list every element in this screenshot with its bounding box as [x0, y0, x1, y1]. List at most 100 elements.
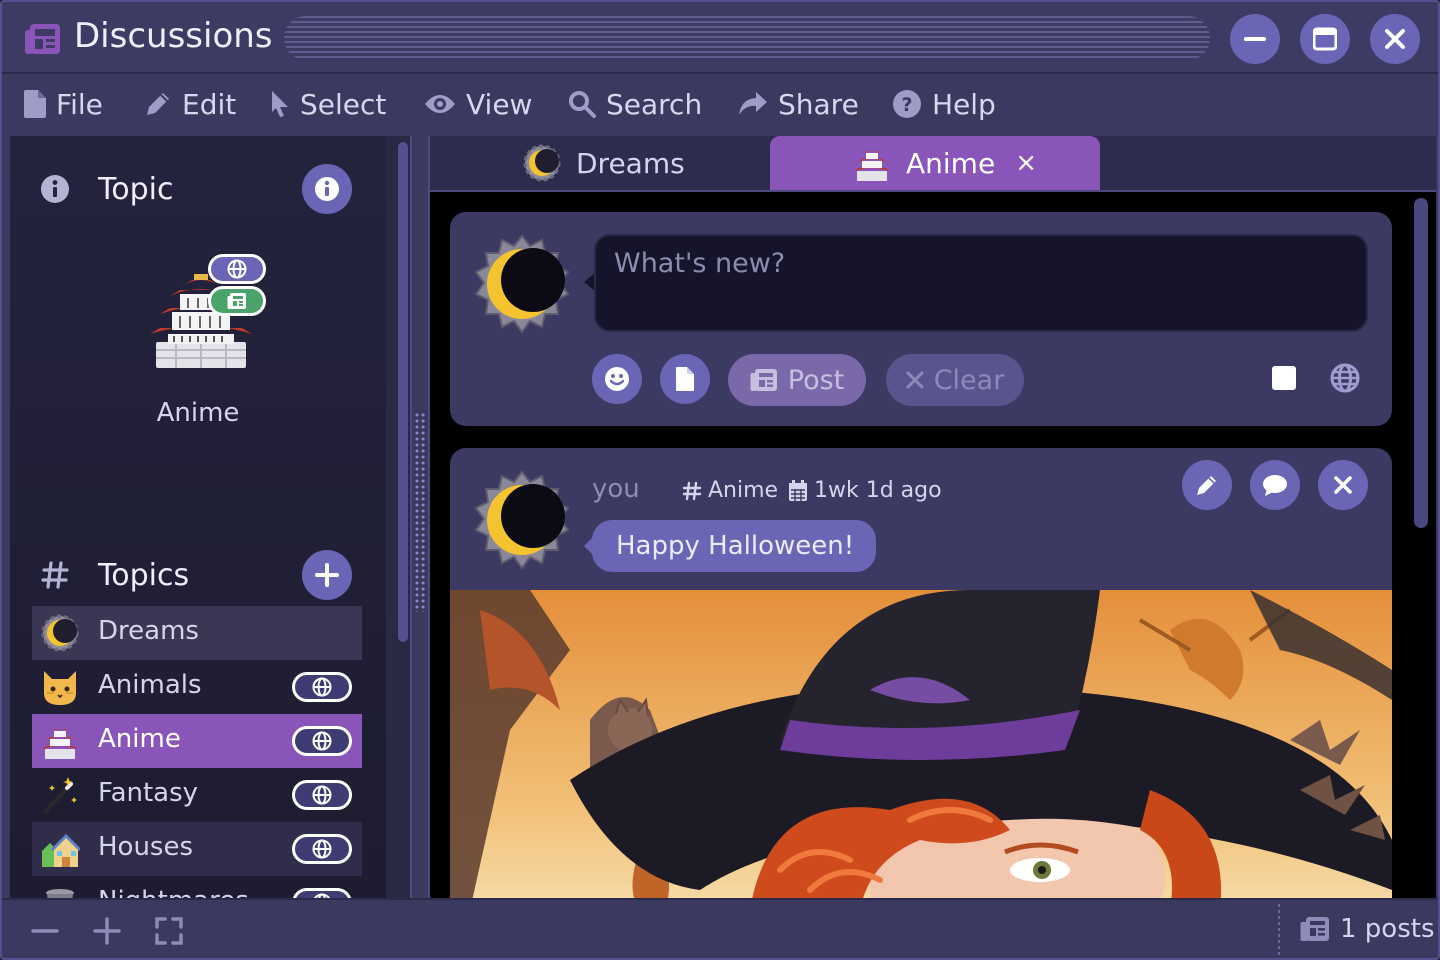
topics-header: Topics — [40, 550, 189, 600]
post-image[interactable] — [450, 590, 1392, 898]
smiley-icon — [605, 367, 629, 391]
topic-item-anime[interactable]: Anime — [32, 714, 362, 768]
info-icon — [315, 177, 339, 201]
menu-view-label: View — [466, 87, 533, 121]
app-title: Discussions — [74, 16, 273, 56]
discussion-scrollbar[interactable] — [1414, 198, 1428, 528]
title-drag-handle[interactable] — [284, 16, 1210, 60]
edit-post-button[interactable] — [1182, 460, 1232, 510]
compose-placeholder: What's new? — [614, 248, 786, 279]
compose-card: What's new? Post Clear — [450, 212, 1392, 426]
topic-public-toggle[interactable] — [292, 834, 352, 864]
post-count-label: 1 posts — [1340, 914, 1435, 944]
emoji-button[interactable] — [592, 354, 642, 404]
topic-item-nightmares[interactable]: Nightmares — [32, 876, 362, 898]
maximize-button[interactable] — [1300, 14, 1350, 64]
discussion-badge — [208, 286, 266, 316]
post-topic-link[interactable]: Anime — [682, 478, 778, 503]
zoom-out-icon[interactable] — [30, 916, 60, 946]
user-avatar-moon-icon — [474, 470, 570, 570]
pointer-icon — [272, 91, 288, 117]
menu-select-label: Select — [300, 87, 387, 121]
question-icon: ? — [893, 90, 921, 118]
menu-file-label: File — [56, 87, 103, 121]
attach-file-button[interactable] — [660, 354, 710, 404]
topic-public-toggle[interactable] — [292, 672, 352, 702]
plus-icon — [315, 563, 339, 587]
topic-public-toggle[interactable] — [292, 780, 352, 810]
topic-label: Nightmares — [98, 886, 249, 898]
topic-item-houses[interactable]: Houses — [32, 822, 362, 876]
post-card: you Anime 1wk 1d ago Happy Halloween! — [450, 448, 1392, 898]
add-topic-button[interactable] — [302, 550, 352, 600]
panel-splitter-handle[interactable] — [414, 412, 426, 612]
reply-post-button[interactable] — [1250, 460, 1300, 510]
hashtag-icon — [682, 481, 702, 500]
close-icon — [906, 371, 924, 389]
crescent-moon-icon — [523, 144, 561, 182]
topic-item-fantasy[interactable]: Fantasy — [32, 768, 362, 822]
calendar-icon — [789, 479, 807, 501]
topic-public-toggle[interactable] — [292, 888, 352, 898]
trash-can-icon — [46, 889, 74, 898]
post-author[interactable]: you — [592, 474, 640, 504]
status-bar: 1 posts — [2, 898, 1438, 958]
topic-public-toggle[interactable] — [292, 726, 352, 756]
compose-input[interactable]: What's new? — [594, 234, 1368, 332]
crescent-moon-icon — [41, 614, 79, 652]
magic-wand-icon — [44, 777, 77, 813]
hashtag-icon — [41, 561, 69, 589]
tab-bar: Dreams Anime × — [430, 136, 1436, 192]
menu-view[interactable]: View — [424, 86, 532, 122]
status-separator — [1278, 904, 1280, 958]
topic-item-animals[interactable]: Animals — [32, 660, 362, 714]
magnifier-icon — [569, 91, 596, 118]
menu-file[interactable]: File — [24, 86, 103, 122]
topic-info-button[interactable] — [302, 164, 352, 214]
topic-header: Topic — [40, 164, 173, 214]
globe-icon[interactable] — [1330, 363, 1360, 393]
tab-anime[interactable]: Anime × — [770, 136, 1100, 190]
menu-search[interactable]: Search — [568, 86, 702, 122]
zoom-in-icon[interactable] — [92, 916, 122, 946]
topics-heading: Topics — [98, 557, 190, 593]
tab-dreams[interactable]: Dreams — [522, 136, 762, 190]
houses-icon — [42, 833, 80, 867]
window-maximize-icon — [1313, 27, 1337, 51]
menu-share[interactable]: Share — [738, 86, 859, 122]
speech-bubble-icon — [1263, 475, 1287, 496]
clear-button-label: Clear — [933, 364, 1005, 396]
topic-item-dreams[interactable]: Dreams — [32, 606, 362, 660]
newspaper-icon — [750, 369, 777, 391]
topic-heading: Topic — [98, 171, 174, 207]
newspaper-icon — [1300, 917, 1329, 941]
topic-label: Fantasy — [98, 778, 199, 808]
menu-select[interactable]: Select — [270, 86, 386, 122]
clear-button[interactable]: Clear — [886, 354, 1024, 406]
topic-label: Animals — [98, 670, 202, 700]
compose-option-checkbox[interactable] — [1272, 366, 1296, 390]
user-avatar-moon-icon — [474, 234, 570, 334]
menu-help-label: Help — [932, 87, 996, 121]
sidebar-scrollbar[interactable] — [398, 142, 408, 642]
tab-close-icon[interactable]: × — [1015, 148, 1037, 178]
menu-edit[interactable]: Edit — [144, 86, 236, 122]
post-button[interactable]: Post — [728, 354, 866, 406]
tab-label: Anime — [906, 146, 996, 180]
menu-help[interactable]: ? Help — [892, 86, 996, 122]
globe-icon — [312, 839, 332, 859]
menu-share-label: Share — [778, 87, 859, 121]
minimize-button[interactable] — [1230, 14, 1280, 64]
close-icon — [1385, 29, 1405, 49]
delete-post-button[interactable] — [1318, 460, 1368, 510]
close-window-button[interactable] — [1370, 14, 1420, 64]
discussion-panel: Dreams Anime × What's new? Post Clear yo… — [428, 136, 1436, 898]
post-button-label: Post — [787, 364, 845, 396]
minus-icon — [1244, 37, 1266, 41]
pencil-icon — [1197, 476, 1216, 495]
topic-label: Dreams — [98, 616, 199, 646]
fullscreen-icon[interactable] — [154, 916, 184, 946]
menu-edit-label: Edit — [182, 87, 237, 121]
title-bar[interactable]: Discussions — [2, 2, 1438, 74]
file-icon — [676, 367, 694, 391]
